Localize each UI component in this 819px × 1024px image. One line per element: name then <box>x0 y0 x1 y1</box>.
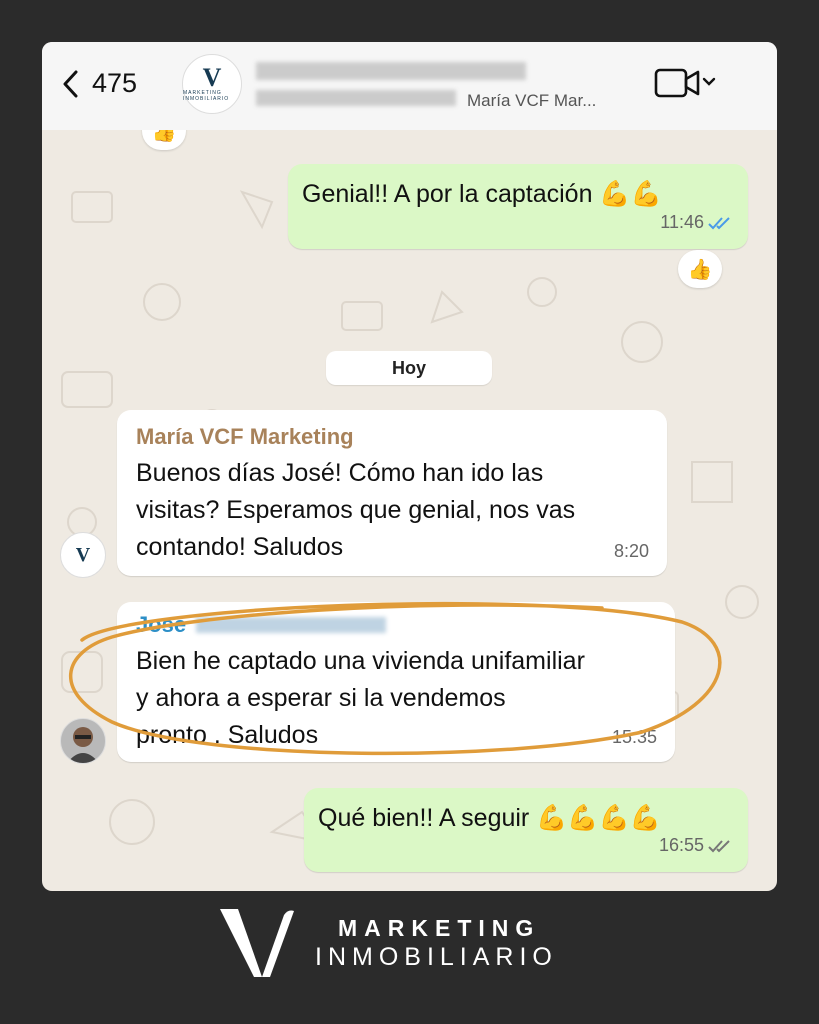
message-time: 16:55 <box>659 827 734 864</box>
unread-count: 475 <box>92 68 138 98</box>
chat-screen: 475 V MARKETING INMOBILIARIO María VCF M… <box>42 42 777 891</box>
brand-logo-icon <box>220 909 294 977</box>
redacted-contact-info <box>256 90 456 106</box>
back-button[interactable]: 475 <box>62 68 137 99</box>
contact-subtitle: María VCF Mar... <box>467 91 597 110</box>
brand-footer: V MARKETING INMOBILIARIO <box>210 905 610 985</box>
video-camera-icon <box>654 68 716 98</box>
avatar-logo-letter: V <box>202 63 222 92</box>
chevron-left-icon <box>63 70 78 97</box>
outgoing-message[interactable]: Qué bien!! A seguir 💪💪💪💪 16:55 <box>304 788 748 872</box>
chat-header: 475 V MARKETING INMOBILIARIO María VCF M… <box>42 42 777 130</box>
message-timestamp: 16:55 <box>658 835 704 855</box>
contact-avatar[interactable]: V MARKETING INMOBILIARIO <box>182 54 242 114</box>
delivered-ticks-icon <box>708 839 730 852</box>
redacted-contact-name <box>256 62 526 80</box>
video-call-button[interactable] <box>654 66 716 105</box>
brand-name-line2: INMOBILIARIO <box>315 943 558 971</box>
flexed-biceps-icon: 💪💪💪💪 <box>536 804 661 832</box>
brand-name-line1: MARKETING <box>338 915 541 941</box>
avatar-logo-caption: MARKETING INMOBILIARIO <box>183 90 230 102</box>
message-text: Qué bien!! A seguir <box>318 804 530 832</box>
highlight-circle <box>68 601 722 756</box>
